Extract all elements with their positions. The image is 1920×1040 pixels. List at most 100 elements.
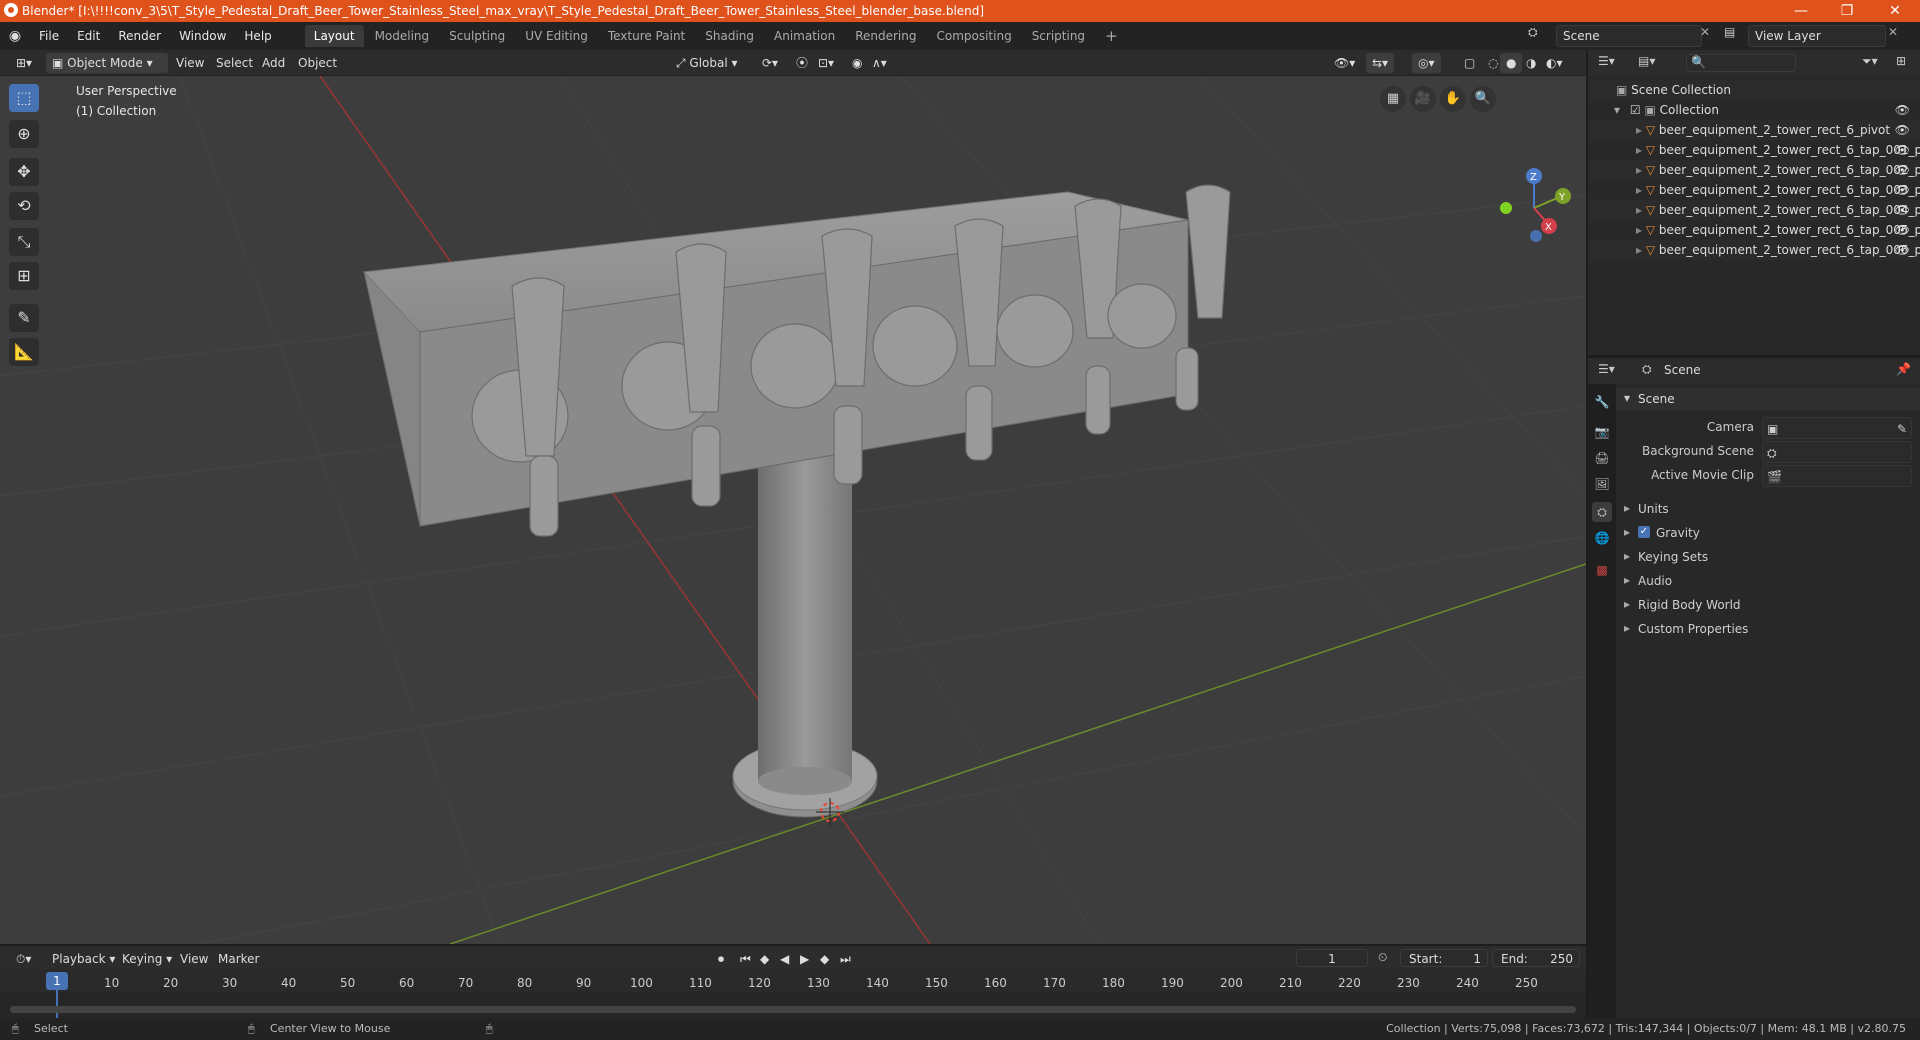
camera-field[interactable]: ▣ ✎ bbox=[1762, 417, 1912, 439]
pan-hand-icon[interactable]: ✋ bbox=[1440, 86, 1466, 112]
pin-icon[interactable]: 📌 bbox=[1896, 362, 1911, 376]
select-box-tool[interactable]: ⬚ bbox=[9, 84, 39, 112]
expand-arrow-icon[interactable]: ▾ bbox=[1614, 103, 1620, 117]
menu-render[interactable]: Render bbox=[109, 25, 170, 47]
outliner-editor-icon[interactable]: ☰▾ bbox=[1598, 54, 1615, 68]
tab-sculpting[interactable]: Sculpting bbox=[440, 25, 514, 47]
render-tab-icon[interactable]: 📷 bbox=[1592, 422, 1612, 442]
view-layer-selector[interactable]: View Layer bbox=[1748, 25, 1886, 47]
panel-rigid-body-world[interactable]: ▸ Rigid Body World bbox=[1616, 594, 1920, 616]
timeline-scrollbar[interactable] bbox=[10, 1006, 1576, 1013]
zoom-icon[interactable]: 🔍 bbox=[1470, 86, 1496, 112]
minimize-button[interactable]: — bbox=[1778, 0, 1824, 22]
texture-tab-icon[interactable]: ▩ bbox=[1592, 560, 1612, 580]
menu-edit[interactable]: Edit bbox=[68, 25, 109, 47]
view-layer-tab-icon[interactable]: 🖼 bbox=[1592, 474, 1612, 494]
camera-view-icon[interactable]: 🎥 bbox=[1410, 86, 1436, 112]
world-tab-icon[interactable]: 🌐 bbox=[1592, 528, 1612, 548]
expand-arrow-icon[interactable]: ▸ bbox=[1636, 203, 1642, 217]
timeline-editor-icon[interactable]: ⏱▾ bbox=[10, 949, 37, 969]
move-tool[interactable]: ✥ bbox=[9, 158, 39, 186]
annotate-tool[interactable]: ✎ bbox=[9, 304, 39, 332]
expand-arrow-icon[interactable]: ▸ bbox=[1636, 163, 1642, 177]
collection-row[interactable]: ▾ ☑ ▣ Collection 👁 bbox=[1588, 100, 1920, 120]
snap-icon[interactable]: ⦿ bbox=[790, 53, 814, 73]
next-keyframe-button[interactable]: ◆ bbox=[814, 949, 835, 969]
rendered-shading-icon[interactable]: ◐▾ bbox=[1540, 53, 1569, 73]
outliner-item[interactable]: ▸ ▽ beer_equipment_2_tower_rect_6_tap_00… bbox=[1588, 160, 1920, 180]
panel-custom-properties[interactable]: ▸ Custom Properties bbox=[1616, 618, 1920, 640]
outliner-item[interactable]: ▸ ▽ beer_equipment_2_tower_rect_6_tap_00… bbox=[1588, 200, 1920, 220]
menu-select[interactable]: Select bbox=[210, 53, 259, 73]
close-button[interactable]: ✕ bbox=[1872, 0, 1918, 22]
scene-collection-row[interactable]: ▣ Scene Collection bbox=[1588, 80, 1920, 100]
xray-icon[interactable]: ▢ bbox=[1458, 53, 1481, 73]
close-scene-icon[interactable]: ✕ bbox=[1700, 25, 1710, 39]
outliner-item[interactable]: ▸ ▽ beer_equipment_2_tower_rect_6_tap_00… bbox=[1588, 180, 1920, 200]
measure-tool[interactable]: 📐 bbox=[9, 338, 39, 366]
end-frame-field[interactable]: End: 250 bbox=[1492, 949, 1580, 967]
expand-arrow-icon[interactable]: ▸ bbox=[1636, 143, 1642, 157]
scale-tool[interactable]: ⤡ bbox=[9, 228, 39, 256]
eyedropper-icon[interactable]: ✎ bbox=[1897, 418, 1907, 440]
record-button[interactable]: ⏺ bbox=[712, 949, 730, 969]
expand-arrow-icon[interactable]: ▸ bbox=[1636, 223, 1642, 237]
panel-audio[interactable]: ▸ Audio bbox=[1616, 570, 1920, 592]
menu-object[interactable]: Object bbox=[292, 53, 343, 73]
playhead[interactable]: 1 bbox=[46, 972, 68, 990]
tab-modeling[interactable]: Modeling bbox=[366, 25, 439, 47]
menu-add[interactable]: Add bbox=[256, 53, 291, 73]
transform-tool[interactable]: ⊞ bbox=[9, 262, 39, 290]
gravity-checkbox[interactable]: ✓ bbox=[1638, 526, 1650, 538]
menu-window[interactable]: Window bbox=[170, 25, 235, 47]
menu-file[interactable]: File bbox=[30, 25, 68, 47]
tab-animation[interactable]: Animation bbox=[765, 25, 844, 47]
panel-keying-sets[interactable]: ▸ Keying Sets bbox=[1616, 546, 1920, 568]
tool-tab-icon[interactable]: 🔧 bbox=[1592, 392, 1612, 412]
cursor-tool[interactable]: ⊕ bbox=[9, 120, 39, 148]
transform-orientation[interactable]: ⤢ Global ▾ bbox=[670, 53, 744, 73]
scene-section-header[interactable]: ▾ Scene bbox=[1616, 388, 1920, 410]
play-reverse-button[interactable]: ◀ bbox=[774, 949, 795, 969]
background-scene-field[interactable]: ⛭ bbox=[1762, 441, 1912, 463]
expand-arrow-icon[interactable]: ▸ bbox=[1636, 183, 1642, 197]
visibility-eye-icon[interactable]: 👁 bbox=[1895, 160, 1910, 180]
prev-keyframe-button[interactable]: ◆ bbox=[754, 949, 775, 969]
outliner-item[interactable]: ▸ ▽ beer_equipment_2_tower_rect_6_tap_00… bbox=[1588, 140, 1920, 160]
falloff-icon[interactable]: ∧▾ bbox=[866, 53, 893, 73]
current-frame-field[interactable]: 1 bbox=[1296, 949, 1368, 967]
scene-selector[interactable]: Scene bbox=[1556, 25, 1702, 47]
tab-uv-editing[interactable]: UV Editing bbox=[516, 25, 597, 47]
restore-button[interactable]: ❐ bbox=[1824, 0, 1870, 22]
output-tab-icon[interactable]: 🖨 bbox=[1592, 448, 1612, 468]
mode-selector[interactable]: ▣ Object Mode ▾ bbox=[46, 53, 168, 73]
blender-menu-icon[interactable]: ◉ bbox=[0, 28, 30, 44]
tab-rendering[interactable]: Rendering bbox=[846, 25, 925, 47]
visibility-eye-icon[interactable]: 👁 bbox=[1895, 220, 1910, 240]
close-view-layer-icon[interactable]: ✕ bbox=[1888, 25, 1898, 39]
movie-clip-field[interactable]: 🎬 bbox=[1762, 465, 1912, 487]
menu-help[interactable]: Help bbox=[235, 25, 280, 47]
menu-view[interactable]: View bbox=[170, 53, 210, 73]
outliner-item[interactable]: ▸ ▽ beer_equipment_2_tower_rect_6_pivot … bbox=[1588, 120, 1920, 140]
panel-gravity[interactable]: ▸ ✓ Gravity bbox=[1616, 522, 1920, 544]
overlay-toggle-icon[interactable]: ◎▾ bbox=[1412, 53, 1441, 73]
visibility-eye-icon[interactable]: 👁 bbox=[1895, 140, 1910, 160]
visibility-icon[interactable]: 👁▾ bbox=[1328, 53, 1361, 73]
rotate-tool[interactable]: ⟲ bbox=[9, 192, 39, 220]
timeline-body[interactable]: 1 10 20 30 40 50 60 70 80 90 100 110 120… bbox=[0, 970, 1586, 1018]
new-collection-icon[interactable]: ⊞ bbox=[1896, 54, 1906, 68]
pivot-icon[interactable]: ⟳▾ bbox=[756, 53, 784, 73]
visibility-eye-icon[interactable]: 👁 bbox=[1895, 180, 1910, 200]
tab-texture-paint[interactable]: Texture Paint bbox=[599, 25, 694, 47]
menu-keying[interactable]: Keying ▾ bbox=[116, 949, 178, 969]
add-workspace-button[interactable]: + bbox=[1096, 25, 1127, 47]
expand-arrow-icon[interactable]: ▸ bbox=[1636, 123, 1642, 137]
perspective-grid-icon[interactable]: ▦ bbox=[1380, 86, 1406, 112]
jump-end-button[interactable]: ⏭ bbox=[834, 949, 857, 969]
properties-editor-icon[interactable]: ☰▾ bbox=[1598, 362, 1615, 376]
scene-tab-icon[interactable]: ⛭ bbox=[1592, 502, 1612, 522]
snap-target-icon[interactable]: ⊡▾ bbox=[812, 53, 840, 73]
visibility-eye-icon[interactable]: 👁 bbox=[1895, 100, 1910, 120]
tab-compositing[interactable]: Compositing bbox=[927, 25, 1020, 47]
